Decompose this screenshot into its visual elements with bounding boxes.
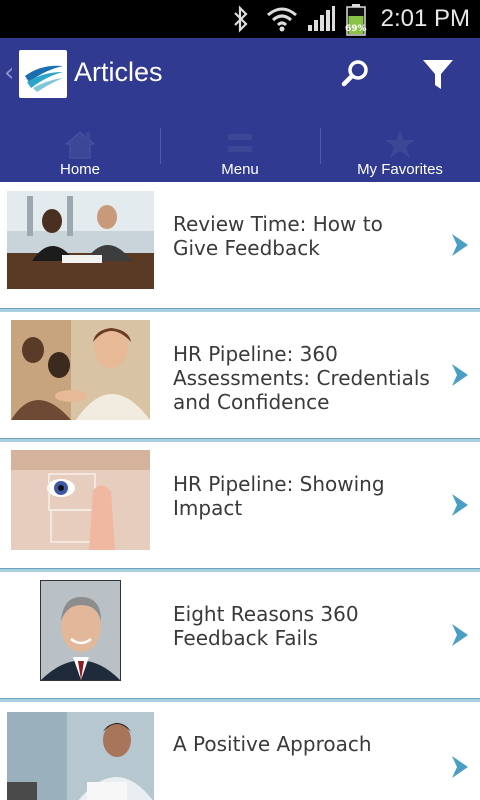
tab-bar: Home Menu My Favorites (0, 126, 480, 182)
home-icon (62, 128, 98, 164)
article-title: HR Pipeline: Showing Impact (173, 472, 385, 520)
article-thumbnail (40, 580, 121, 681)
tab-home[interactable]: Home (0, 126, 160, 182)
chevron-right-icon (448, 754, 472, 780)
battery-icon: 69% (344, 4, 370, 40)
filter-icon[interactable] (418, 54, 458, 94)
article-thumbnail (7, 191, 154, 289)
app-header: ‹ Articles Home Menu My Favorites (0, 38, 480, 182)
wifi-icon (266, 5, 298, 37)
battery-percent: 69% (345, 24, 367, 34)
back-chevron-icon[interactable]: ‹ (4, 58, 14, 88)
article-title: Eight Reasons 360 Feedback Fails (173, 602, 359, 650)
status-bar: 69% 2:01 PM (0, 0, 480, 38)
list-item[interactable]: A Positive Approach (0, 702, 480, 800)
tab-menu[interactable]: Menu (160, 126, 320, 182)
article-title: Review Time: How to Give Feedback (173, 212, 383, 260)
page-title: Articles (74, 57, 163, 87)
app-logo[interactable] (19, 50, 67, 98)
star-icon (382, 128, 418, 164)
article-thumbnail (11, 450, 150, 550)
tab-menu-label: Menu (221, 161, 259, 178)
chevron-right-icon (448, 232, 472, 258)
article-thumbnail (11, 320, 150, 420)
bluetooth-icon (232, 5, 250, 37)
chevron-right-icon (448, 362, 472, 388)
list-item[interactable]: Review Time: How to Give Feedback (0, 182, 480, 312)
search-icon[interactable] (336, 54, 376, 94)
list-item[interactable]: HR Pipeline: Showing Impact (0, 442, 480, 572)
chevron-right-icon (448, 492, 472, 518)
tab-home-label: Home (59, 161, 100, 178)
tab-favorites[interactable]: My Favorites (320, 126, 480, 182)
signal-icon (306, 5, 336, 37)
menu-icon (222, 128, 258, 164)
article-title: HR Pipeline: 360 Assessments: Credential… (173, 342, 430, 414)
status-time: 2:01 PM (380, 5, 470, 32)
list-item[interactable]: Eight Reasons 360 Feedback Fails (0, 572, 480, 702)
tab-favorites-label: My Favorites (357, 161, 443, 178)
chevron-right-icon (448, 622, 472, 648)
list-item[interactable]: HR Pipeline: 360 Assessments: Credential… (0, 312, 480, 442)
article-thumbnail (7, 712, 154, 800)
article-title: A Positive Approach (173, 732, 372, 756)
